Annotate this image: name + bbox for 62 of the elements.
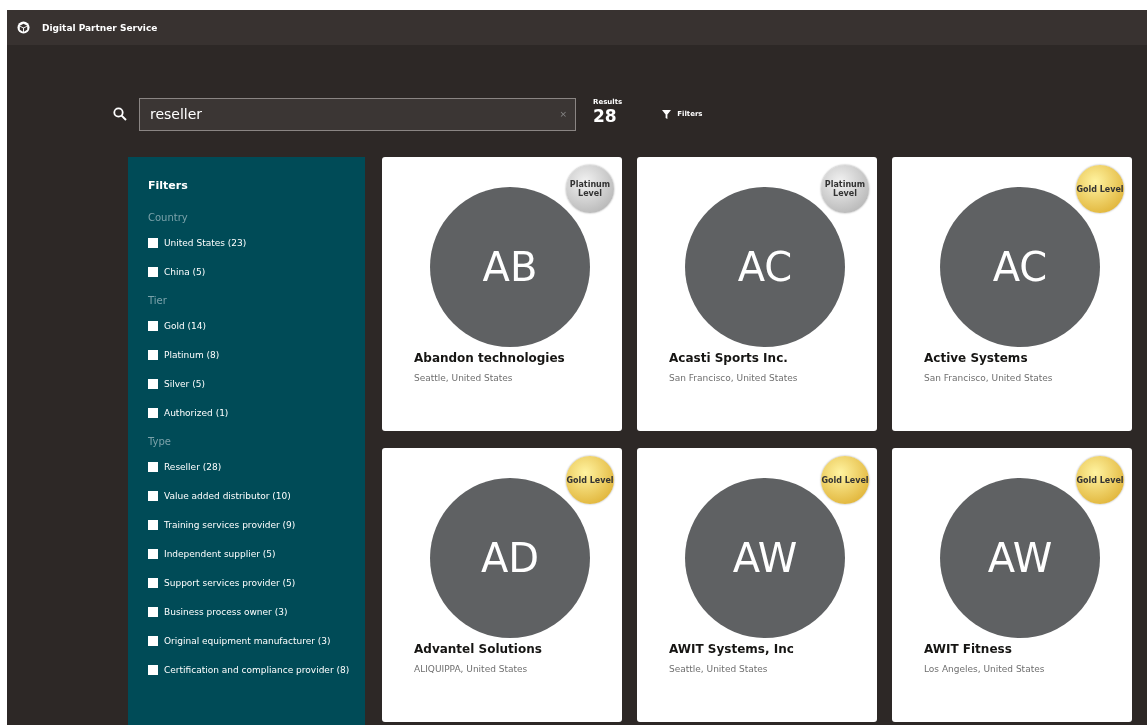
filter-group-heading: Type [148, 436, 171, 447]
tier-badge: Gold Level [566, 456, 614, 504]
partner-name[interactable]: Advantel Solutions [414, 642, 542, 656]
search-field[interactable]: reseller × [139, 97, 576, 131]
checkbox[interactable] [148, 635, 158, 646]
partner-name[interactable]: Acasti Sports Inc. [669, 351, 788, 365]
partner-card[interactable]: Platinum Level AB Abandon technologies Seattle, United States [382, 157, 622, 431]
filter-group-heading: Country [148, 212, 188, 223]
search-icon [113, 107, 127, 121]
checkbox[interactable] [148, 490, 158, 501]
checkbox[interactable] [148, 378, 158, 389]
partner-name[interactable]: Active Systems [924, 351, 1028, 365]
partner-name[interactable]: AWIT Systems, Inc [669, 642, 794, 656]
partner-location: Los Angeles, United States [924, 664, 1045, 674]
filter-icon [662, 109, 672, 119]
tier-badge: Gold Level [821, 456, 869, 504]
checkbox-label: Certification and compliance provider (8) [164, 664, 350, 675]
filter-group-heading: Tier [148, 295, 167, 306]
filters-heading: Filters [148, 179, 188, 192]
partner-location: Seattle, United States [414, 373, 513, 383]
checkbox-label: Reseller (28) [164, 461, 222, 472]
partner-name[interactable]: AWIT Fitness [924, 642, 1012, 656]
checkbox[interactable] [148, 577, 158, 588]
checkbox[interactable] [148, 349, 158, 360]
partner-location: San Francisco, United States [669, 373, 798, 383]
checkbox-label: Business process owner (3) [164, 606, 288, 617]
checkbox-label: Support services provider (5) [164, 577, 296, 588]
checkbox-label: Value added distributor (10) [164, 490, 291, 501]
cube-icon [17, 21, 30, 34]
partner-location: ALIQUIPPA, United States [414, 664, 528, 674]
partner-card[interactable]: Gold Level AD Advantel Solutions ALIQUIPPA, United States [382, 448, 622, 722]
checkbox-label: Gold (14) [164, 320, 207, 331]
tier-badge: Platinum Level [566, 165, 614, 213]
checkbox[interactable] [148, 519, 158, 530]
partner-card[interactable]: Platinum Level AC Acasti Sports Inc. San Francisco, United States [637, 157, 877, 431]
checkbox[interactable] [148, 461, 158, 472]
checkbox-label: Silver (5) [164, 378, 205, 389]
results-count: 28 [593, 106, 618, 126]
checkbox-label: Authorized (1) [164, 407, 229, 418]
partner-location: San Francisco, United States [924, 373, 1053, 383]
partner-name[interactable]: Abandon technologies [414, 351, 565, 365]
checkbox[interactable] [148, 548, 158, 559]
checkbox[interactable] [148, 407, 158, 418]
checkbox[interactable] [148, 606, 158, 617]
checkbox[interactable] [148, 320, 158, 331]
checkbox-label: Platinum (8) [164, 349, 220, 360]
partner-card[interactable]: Gold Level AC Active Systems San Francisco, United States [892, 157, 1132, 431]
checkbox-label: United States (23) [164, 237, 247, 248]
tier-badge: Gold Level [1076, 456, 1124, 504]
app-title: Digital Partner Service [42, 22, 158, 33]
tier-badge: Platinum Level [821, 165, 869, 213]
partner-card[interactable]: Gold Level AW AWIT Systems, Inc Seattle, United States [637, 448, 877, 722]
checkbox-label: China (5) [164, 266, 206, 277]
checkbox-label: Independent supplier (5) [164, 548, 276, 559]
partner-card[interactable]: Gold Level AW AWIT Fitness Los Angeles, United States [892, 448, 1132, 722]
checkbox[interactable] [148, 237, 158, 248]
checkbox-label: Original equipment manufacturer (3) [164, 635, 331, 646]
tier-badge: Gold Level [1076, 165, 1124, 213]
checkbox[interactable] [148, 266, 158, 277]
checkbox[interactable] [148, 664, 158, 675]
partner-location: Seattle, United States [669, 664, 768, 674]
checkbox-label: Training services provider (9) [164, 519, 296, 530]
